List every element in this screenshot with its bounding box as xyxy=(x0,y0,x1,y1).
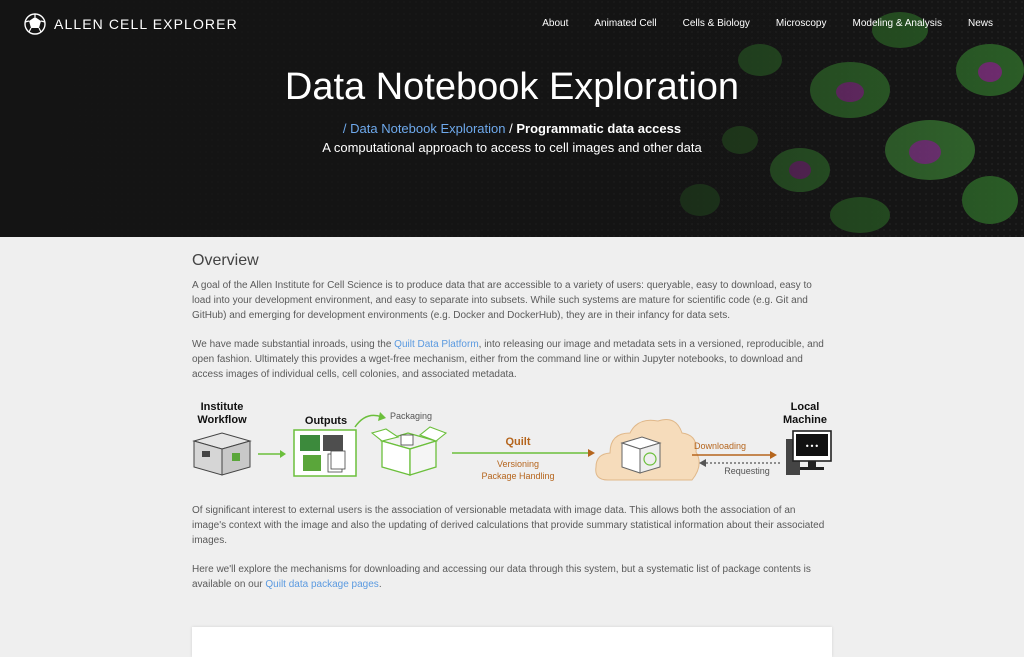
hero-banner: ALLEN CELL EXPLORER About Animated Cell … xyxy=(0,0,1024,237)
diagram-outputs-label: Outputs xyxy=(305,415,347,427)
top-navigation: ALLEN CELL EXPLORER About Animated Cell … xyxy=(0,0,1024,48)
site-logo[interactable]: ALLEN CELL EXPLORER xyxy=(24,13,238,35)
nav-animated-cell[interactable]: Animated Cell xyxy=(594,18,656,29)
diagram-local-label: Machine xyxy=(783,414,827,426)
nav-microscopy[interactable]: Microscopy xyxy=(776,18,827,29)
page-title: Data Notebook Exploration xyxy=(284,66,740,108)
paragraph-text: We have made substantial inroads, using … xyxy=(192,339,395,350)
breadcrumb: / Data Notebook Exploration / Programmat… xyxy=(0,121,1024,136)
breadcrumb-separator: / xyxy=(505,121,517,136)
overview-paragraph-1: A goal of the Allen Institute for Cell S… xyxy=(192,280,812,321)
diagram-versioning-label: Package Handling xyxy=(481,471,554,481)
paragraph-text: . xyxy=(378,579,382,590)
diagram-versioning-label: Versioning xyxy=(497,459,539,469)
overview-paragraph-4: Here we'll explore the mechanisms for do… xyxy=(192,562,832,592)
overview-paragraph-3: Of significant interest to external user… xyxy=(192,505,825,546)
nav-about[interactable]: About xyxy=(542,18,568,29)
diagram-downloading-label: Downloading xyxy=(694,441,746,451)
diagram-packaging-label: Packaging xyxy=(390,411,432,421)
diagram-requesting-label: Requesting xyxy=(724,466,770,476)
quilt-workflow-diagram: Institute Workflow Outputs Packaging Qui… xyxy=(192,401,832,481)
quilt-platform-link[interactable]: Quilt Data Platform xyxy=(394,339,478,350)
main-content: Overview A goal of the Allen Institute f… xyxy=(0,237,1024,657)
cell-logo-icon xyxy=(24,13,46,35)
brand-name: ALLEN CELL EXPLORER xyxy=(54,16,238,32)
diagram-local-label: Local xyxy=(791,401,820,413)
page-subtitle: A computational approach to access to ce… xyxy=(322,140,702,155)
cloud-package-icon xyxy=(620,436,662,474)
diagram-quilt-label: Quilt xyxy=(505,436,530,448)
computer-icon: ••• xyxy=(786,430,832,475)
package-box-icon xyxy=(370,426,448,476)
institute-box-icon xyxy=(192,432,252,476)
nav-links: About Animated Cell Cells & Biology Micr… xyxy=(516,18,993,29)
content-card xyxy=(192,627,832,657)
screen-dots: ••• xyxy=(805,442,819,451)
nav-news[interactable]: News xyxy=(968,18,993,29)
overview-heading: Overview xyxy=(192,252,259,269)
nav-modeling-analysis[interactable]: Modeling & Analysis xyxy=(852,18,942,29)
quilt-package-pages-link[interactable]: Quilt data package pages xyxy=(265,579,378,590)
nav-cells-biology[interactable]: Cells & Biology xyxy=(683,18,750,29)
breadcrumb-current: Programmatic data access xyxy=(516,121,682,136)
overview-paragraph-2: We have made substantial inroads, using … xyxy=(192,337,832,382)
breadcrumb-link[interactable]: Data Notebook Exploration xyxy=(350,121,505,136)
diagram-institute-label: Institute xyxy=(201,401,244,413)
diagram-institute-label: Workflow xyxy=(197,414,247,426)
